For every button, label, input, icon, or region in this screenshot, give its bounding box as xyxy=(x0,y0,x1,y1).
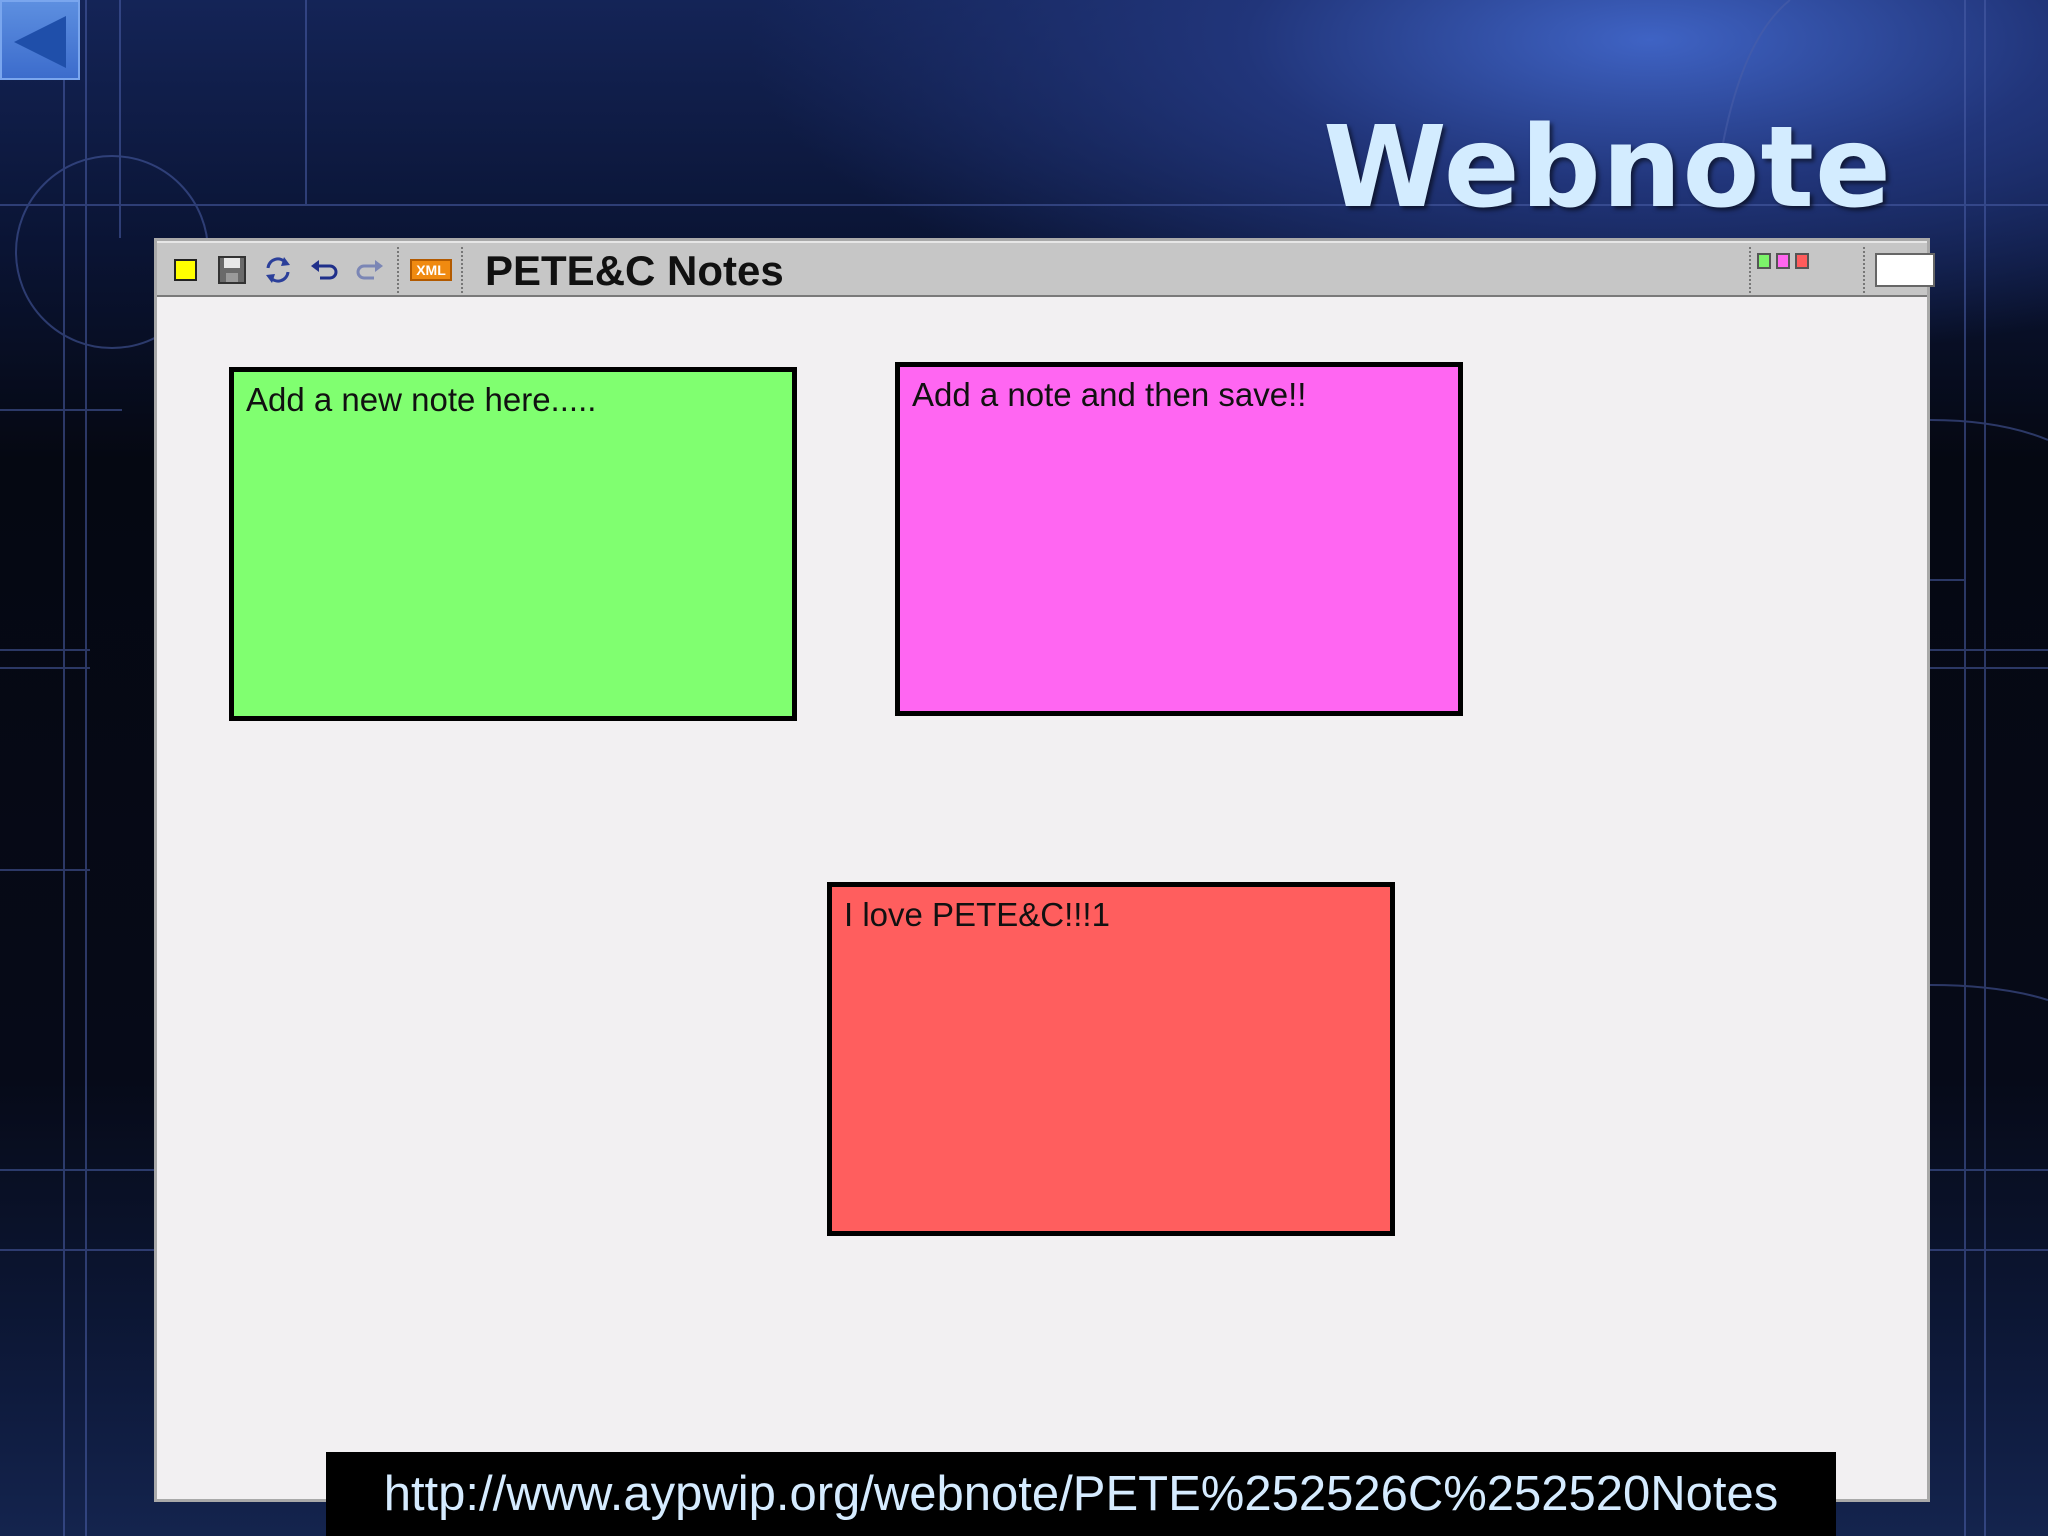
url-caption: http://www.aypwip.org/webnote/PETE%25252… xyxy=(326,1452,1836,1536)
xml-export-icon: XML xyxy=(410,259,452,281)
slide: Webnote XML PETE&C Notes Add a new note … xyxy=(0,0,2048,1536)
xml-export-button[interactable]: XML xyxy=(409,253,453,287)
notebook-title: PETE&C Notes xyxy=(485,247,784,294)
note-text[interactable]: Add a new note here..... xyxy=(246,380,780,420)
new-note-icon xyxy=(174,259,197,281)
redo-button[interactable] xyxy=(353,253,387,287)
toolbar-separator xyxy=(461,247,463,293)
note-red[interactable]: I love PETE&C!!!1 xyxy=(827,882,1395,1236)
note-green[interactable]: Add a new note here..... xyxy=(229,367,797,721)
back-arrow-icon xyxy=(14,16,66,68)
note-text[interactable]: I love PETE&C!!!1 xyxy=(844,895,1378,935)
undo-button[interactable] xyxy=(307,253,341,287)
toolbar: XML PETE&C Notes xyxy=(157,241,1935,297)
reload-icon xyxy=(266,257,290,283)
reload-button[interactable] xyxy=(261,253,295,287)
color-chip-red[interactable] xyxy=(1795,253,1809,269)
toolbar-separator xyxy=(1749,247,1751,293)
save-button[interactable] xyxy=(215,253,249,287)
toolbar-separator xyxy=(1863,247,1865,293)
toolbar-separator xyxy=(397,247,399,293)
new-note-button[interactable] xyxy=(169,253,203,287)
note-pink[interactable]: Add a note and then save!! xyxy=(895,362,1463,716)
notebook-name-input[interactable] xyxy=(1875,253,1935,287)
back-button[interactable] xyxy=(0,0,80,80)
url-text: http://www.aypwip.org/webnote/PETE%25252… xyxy=(383,1467,1779,1521)
slide-title: Webnote xyxy=(1323,103,1892,233)
color-chip-pink[interactable] xyxy=(1776,253,1790,269)
redo-icon xyxy=(356,260,383,280)
color-chip-green[interactable] xyxy=(1757,253,1771,269)
note-text[interactable]: Add a note and then save!! xyxy=(912,375,1446,415)
undo-icon xyxy=(311,260,338,280)
webnote-window: XML PETE&C Notes Add a new note here....… xyxy=(154,238,1935,1502)
save-icon xyxy=(218,256,246,284)
xml-label: XML xyxy=(416,262,446,278)
